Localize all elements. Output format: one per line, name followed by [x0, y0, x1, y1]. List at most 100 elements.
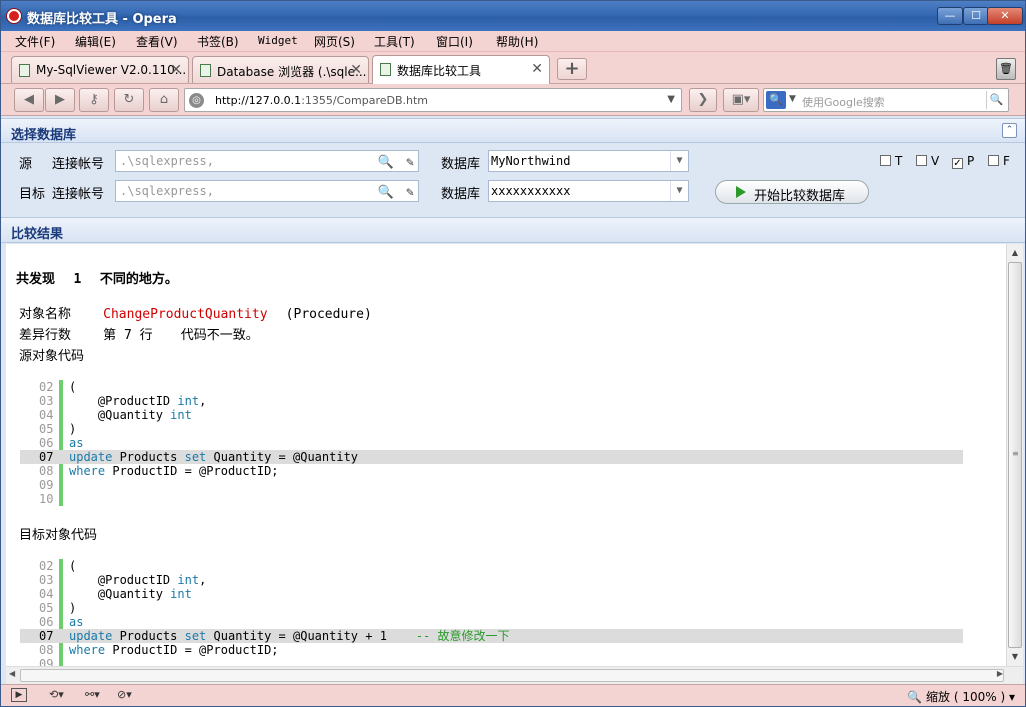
scroll-left-icon[interactable]: ◀	[9, 669, 15, 678]
checkbox-box[interactable]: ✓	[952, 158, 963, 169]
back-icon[interactable]: ◀	[14, 88, 44, 112]
code-line: 07 update Products set Quantity = @Quanti…	[6, 629, 1006, 643]
edit-icon[interactable]: ✎	[406, 183, 414, 203]
scroll-thumb[interactable]: ≡	[1008, 262, 1022, 648]
start-compare-button[interactable]: 开始比较数据库	[715, 180, 869, 204]
chevron-down-icon[interactable]: ▼	[670, 181, 688, 201]
code-text: update Products set Quantity = @Quantity…	[69, 629, 510, 643]
menu-help[interactable]: 帮助(H)	[496, 33, 538, 50]
line-number: 02	[39, 380, 54, 394]
code-text: (	[69, 380, 76, 394]
code-token: Products	[112, 629, 185, 643]
image-toggle-icon[interactable]: ▣▾	[723, 88, 759, 112]
scroll-up-icon[interactable]: ▲	[1008, 245, 1022, 261]
code-text: where ProductID = @ProductID;	[69, 643, 279, 657]
search-engine-icon[interactable]: 🔍	[766, 91, 786, 109]
search-icon[interactable]: 🔍	[986, 91, 1006, 109]
scroll-right-icon[interactable]: ▶	[997, 669, 1003, 678]
menu-file[interactable]: 文件(F)	[15, 33, 55, 50]
search-field[interactable]: 🔍 ▼ 使用Google搜索 🔍	[763, 88, 1009, 112]
h-scroll-thumb[interactable]	[20, 669, 1004, 682]
menu-page[interactable]: 网页(S)	[314, 33, 355, 50]
chevron-down-icon[interactable]: ▼	[670, 151, 688, 171]
code-text: as	[69, 615, 83, 629]
menu-window[interactable]: 窗口(I)	[436, 33, 473, 50]
menu-view[interactable]: 查看(V)	[136, 33, 178, 50]
menu-bookmarks[interactable]: 书签(B)	[197, 33, 239, 50]
tab-close-icon[interactable]: ✕	[531, 61, 543, 77]
trash-icon[interactable]: 🗑	[996, 58, 1016, 80]
line-number: 06	[39, 615, 54, 629]
line-number: 04	[39, 587, 54, 601]
start-compare-label: 开始比较数据库	[754, 189, 846, 204]
line-number: 07	[39, 450, 54, 464]
zoom-control[interactable]: 🔍 缩放 ( 100% ) ▾	[907, 688, 1015, 705]
tab-compare-db[interactable]: 数据库比较工具 ✕	[372, 55, 550, 84]
new-tab-button[interactable]: +	[557, 58, 587, 80]
reload-icon[interactable]: ↻	[114, 88, 144, 112]
code-token: ,	[199, 394, 207, 408]
source-account-input[interactable]: .\sqlexpress, 🔍 ✎	[115, 150, 419, 172]
code-line: 02 (	[6, 380, 1006, 394]
filter-function-checkbox[interactable]: F	[988, 154, 1010, 168]
tab-database-browser[interactable]: Database 浏览器 (.\sqle... ✕	[192, 56, 369, 83]
tab-sqlviewer[interactable]: My-SqlViewer V2.0.110... ✕	[11, 56, 189, 83]
code-line: 06 as	[6, 436, 1006, 450]
minimize-button[interactable]: —	[937, 7, 963, 25]
source-db-label: 数据库	[441, 157, 481, 172]
home-icon[interactable]: ⌂	[149, 88, 179, 112]
filter-procedure-checkbox[interactable]: ✓ P	[952, 154, 974, 169]
checkbox-box[interactable]	[916, 155, 927, 166]
address-field[interactable]: ◎ http://127.0.0.1:1355/CompareDB.htm ▼	[184, 88, 682, 112]
search-icon[interactable]: 🔍	[378, 183, 394, 203]
chevron-down-icon[interactable]: ▼	[789, 94, 796, 104]
forward-icon[interactable]: ▶	[45, 88, 75, 112]
menu-widget[interactable]: Widget	[258, 34, 298, 47]
code-line: 10	[6, 492, 1006, 506]
summary-post: 不同的地方。	[99, 272, 178, 287]
tab-close-icon[interactable]: ✕	[170, 62, 182, 78]
url-host: http://127.0.0.1	[215, 94, 302, 107]
filter-table-checkbox[interactable]: T	[880, 154, 902, 168]
globe-icon: ◎	[189, 93, 204, 108]
maximize-button[interactable]: ☐	[963, 7, 989, 25]
code-text: as	[69, 436, 83, 450]
browser-window: 数据库比较工具 - Opera — ☐ ✕ 文件(F) 编辑(E) 查看(V) …	[0, 0, 1026, 707]
window-title: 数据库比较工具 - Opera	[27, 12, 177, 27]
code-token: Products	[112, 450, 185, 464]
target-db-select[interactable]: xxxxxxxxxxx ▼	[488, 180, 689, 202]
tab-close-icon[interactable]: ✕	[350, 62, 362, 78]
sync-icon[interactable]: ⟲▾	[49, 688, 64, 701]
code-token: ,	[199, 573, 207, 587]
code-line: 07 update Products set Quantity = @Quanti…	[6, 450, 1006, 464]
collapse-icon[interactable]: ⌃	[1002, 123, 1017, 138]
checkbox-box[interactable]	[988, 155, 999, 166]
target-account-input[interactable]: .\sqlexpress, 🔍 ✎	[115, 180, 419, 202]
edit-icon[interactable]: ✎	[406, 153, 414, 173]
diff-note: 代码不一致。	[180, 328, 259, 343]
source-db-select[interactable]: MyNorthwind ▼	[488, 150, 689, 172]
menu-edit[interactable]: 编辑(E)	[75, 33, 116, 50]
go-arrow-icon[interactable]: ❯	[689, 88, 717, 112]
scroll-down-icon[interactable]: ▼	[1008, 649, 1022, 665]
sql-keyword: int	[170, 408, 192, 422]
vertical-scrollbar[interactable]: ▲ ≡ ▼	[1006, 244, 1023, 666]
filter-view-checkbox[interactable]: V	[916, 154, 939, 168]
sql-keyword: update	[69, 450, 113, 464]
object-name-row: 对象名称 ChangeProductQuantity (Procedure)	[19, 303, 372, 322]
page-icon	[19, 64, 30, 77]
wand-key-icon[interactable]: ⚷	[79, 88, 109, 112]
search-icon[interactable]: 🔍	[378, 153, 394, 173]
close-window-button[interactable]: ✕	[987, 7, 1023, 25]
checkbox-box[interactable]	[880, 155, 891, 166]
unite-icon[interactable]: ⚯▾	[85, 688, 100, 701]
turbo-icon[interactable]: ⊘▾	[117, 688, 132, 701]
code-token: Quantity = @Quantity	[206, 450, 359, 464]
panel-toggle-icon[interactable]: ▶	[11, 688, 27, 702]
filter-label: T	[895, 154, 903, 168]
play-icon	[736, 186, 746, 198]
chevron-down-icon[interactable]: ▼	[667, 94, 675, 105]
horizontal-scrollbar[interactable]: ◀ ▶	[6, 666, 1023, 684]
menu-tools[interactable]: 工具(T)	[374, 33, 415, 50]
result-content: 共发现 1 不同的地方。 对象名称 ChangeProductQuantity …	[6, 244, 1006, 666]
